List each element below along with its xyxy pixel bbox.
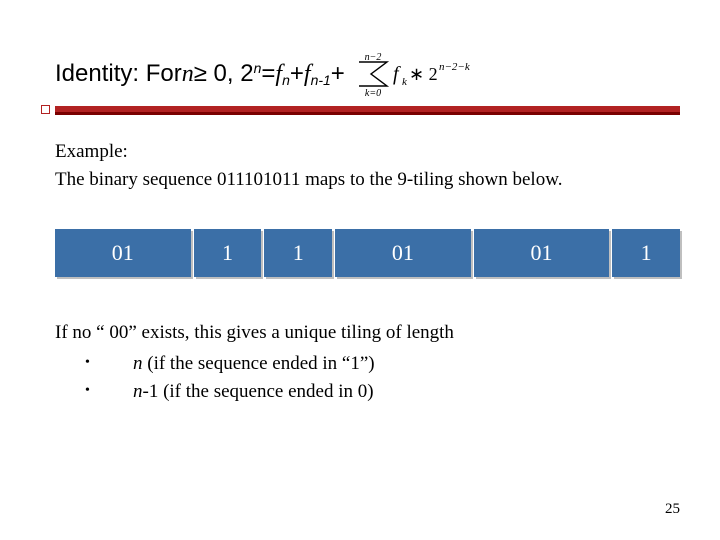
title-lead: Identity: For <box>55 60 182 88</box>
f1-sub: n <box>282 72 290 88</box>
post-intro: If no “ 00” exists, this gives a unique … <box>55 319 680 348</box>
bullet-item: n (if the sequence ended in “1”) <box>55 350 680 379</box>
svg-text:k=0: k=0 <box>365 88 381 98</box>
slide-title: Identity: For n ≥ 0, 2 n = f n + f n-1 +… <box>55 50 680 98</box>
tile: 1 <box>612 229 680 277</box>
example-label: Example: <box>55 138 680 166</box>
bullet-item: n-1 (if the sequence ended in 0) <box>55 378 680 407</box>
tile: 01 <box>335 229 471 277</box>
example-block: Example: The binary sequence 011101011 m… <box>55 138 680 193</box>
svg-text:f: f <box>393 63 401 85</box>
f2: f <box>304 61 311 88</box>
var-n: n <box>133 381 143 402</box>
post-block: If no “ 00” exists, this gives a unique … <box>55 319 680 407</box>
f2-sub: n-1 <box>311 72 331 88</box>
title-underline <box>55 106 680 116</box>
title-geq: ≥ 0, 2 <box>194 60 254 88</box>
plus-2: + <box>331 60 345 88</box>
example-text: The binary sequence 011101011 maps to th… <box>55 166 680 194</box>
exp-n: n <box>254 60 262 76</box>
summation-icon: n−2 k=0 f k ∗ 2 n−2−k <box>351 50 481 98</box>
f1: f <box>275 61 282 88</box>
page-number: 25 <box>665 501 680 518</box>
tiling-row: 01 1 1 01 01 1 <box>55 229 680 277</box>
svg-text:∗ 2: ∗ 2 <box>409 64 438 84</box>
bullet-rest: (if the sequence ended in “1”) <box>143 353 375 374</box>
tile: 01 <box>474 229 610 277</box>
svg-text:k: k <box>402 76 408 88</box>
title-eq: = <box>261 60 275 88</box>
plus-1: + <box>290 60 304 88</box>
var-n: n <box>182 61 194 88</box>
var-n: n <box>133 353 143 374</box>
tile: 1 <box>194 229 262 277</box>
tile: 01 <box>55 229 191 277</box>
bullet-rest: -1 (if the sequence ended in 0) <box>143 381 374 402</box>
svg-text:n−2−k: n−2−k <box>439 61 471 73</box>
tile: 1 <box>264 229 332 277</box>
bullet-square-icon <box>41 105 50 114</box>
